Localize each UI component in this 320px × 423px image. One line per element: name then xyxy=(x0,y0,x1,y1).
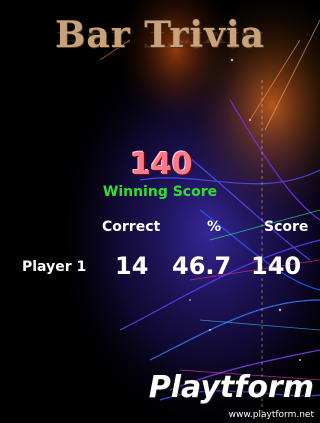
column-header-score: Score xyxy=(264,219,309,235)
player-correct-value: 14 xyxy=(115,252,149,280)
column-header-correct: Correct xyxy=(102,219,161,235)
winning-score-value: 140 xyxy=(130,147,193,182)
player-score-value: 140 xyxy=(251,252,302,280)
game-title-reflection: Bar Trivia xyxy=(55,26,265,52)
column-header-percent: % xyxy=(207,219,222,235)
player-name: Player 1 xyxy=(22,259,87,275)
playtform-watermark-logo: Playtform xyxy=(148,370,314,405)
background-light-streaks xyxy=(0,0,320,423)
playtform-watermark-url: www.playtform.net xyxy=(228,410,314,420)
player-percent-value: 46.7 xyxy=(172,252,232,280)
winning-score-label: Winning Score xyxy=(102,184,218,200)
